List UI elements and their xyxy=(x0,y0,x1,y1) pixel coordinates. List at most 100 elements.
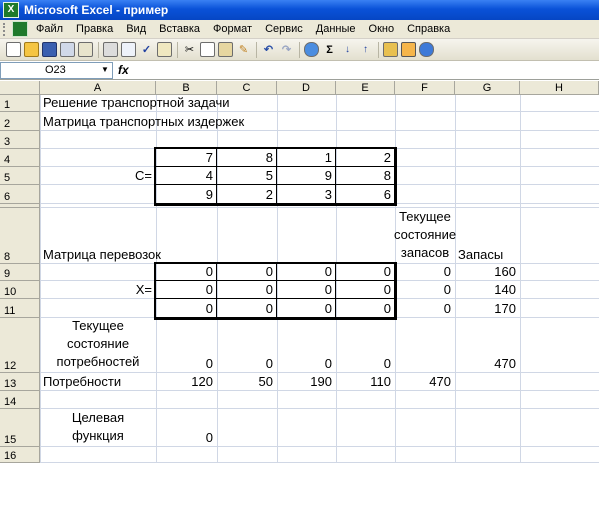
dropdown-arrow-icon[interactable]: ▼ xyxy=(101,65,109,74)
select-all-corner[interactable] xyxy=(0,81,40,95)
row-header-16[interactable]: 16 xyxy=(0,447,40,463)
cell-d5[interactable]: 9 xyxy=(277,167,336,185)
sort-asc-icon[interactable]: ↓ xyxy=(340,42,355,57)
row-header-10[interactable]: 10 xyxy=(0,281,40,299)
cell-a15[interactable]: Целевая функция xyxy=(40,409,156,447)
menu-insert[interactable]: Вставка xyxy=(159,23,200,35)
column-header-c[interactable]: C xyxy=(217,81,277,95)
row-header-4[interactable]: 4 xyxy=(0,149,40,167)
cell-e5[interactable]: 8 xyxy=(336,167,395,185)
cell-e10[interactable]: 0 xyxy=(336,281,395,299)
research-icon[interactable] xyxy=(157,42,172,57)
row-header-13[interactable]: 13 xyxy=(0,373,40,391)
cell-b15[interactable]: 0 xyxy=(156,409,217,447)
cell-g12[interactable]: 470 xyxy=(455,318,520,373)
cell-f8[interactable]: Текущее состояние запасов xyxy=(394,208,456,264)
cell-f11[interactable]: 0 xyxy=(395,299,455,318)
cell-a13[interactable]: Потребности xyxy=(40,373,156,391)
menu-help[interactable]: Справка xyxy=(407,23,450,35)
cell-c12[interactable]: 0 xyxy=(217,318,277,373)
cell-a2[interactable]: Матрица транспортных издержек xyxy=(40,112,244,131)
menu-view[interactable]: Вид xyxy=(126,23,146,35)
chart-wizard-icon[interactable] xyxy=(383,42,398,57)
workbook-icon[interactable] xyxy=(12,21,28,37)
cell-e11[interactable]: 0 xyxy=(336,299,395,318)
cell-a12[interactable]: Текущее состояние потребностей xyxy=(40,318,156,373)
cell-a1[interactable]: Решение транспортной задачи xyxy=(40,95,230,112)
cell-d12[interactable]: 0 xyxy=(277,318,336,373)
cell-a5[interactable]: C= xyxy=(40,167,156,185)
cell-b5[interactable]: 4 xyxy=(156,167,217,185)
column-header-h[interactable]: H xyxy=(520,81,599,95)
cell-f10[interactable]: 0 xyxy=(395,281,455,299)
format-painter-icon[interactable]: ✎ xyxy=(236,42,251,57)
cell-d9[interactable]: 0 xyxy=(277,264,336,281)
menu-tools[interactable]: Сервис xyxy=(265,23,303,35)
fx-icon[interactable]: fx xyxy=(118,63,129,77)
column-header-g[interactable]: G xyxy=(455,81,520,95)
cell-c6[interactable]: 2 xyxy=(217,185,277,204)
cell-b4[interactable]: 7 xyxy=(156,149,217,167)
spelling-icon[interactable]: ✓ xyxy=(139,42,154,57)
open-icon[interactable] xyxy=(24,42,39,57)
row-header-6[interactable]: 6 xyxy=(0,185,40,204)
row-header-3[interactable]: 3 xyxy=(0,131,40,149)
cut-icon[interactable]: ✂ xyxy=(182,42,197,57)
column-header-b[interactable]: B xyxy=(156,81,217,95)
redo-icon[interactable]: ↷ xyxy=(279,42,294,57)
cell-c9[interactable]: 0 xyxy=(217,264,277,281)
save-icon[interactable] xyxy=(42,42,57,57)
undo-icon[interactable]: ↶ xyxy=(261,42,276,57)
column-header-a[interactable]: A xyxy=(40,81,156,95)
column-header-e[interactable]: E xyxy=(336,81,395,95)
column-header-d[interactable]: D xyxy=(277,81,336,95)
print-icon[interactable] xyxy=(103,42,118,57)
new-icon[interactable] xyxy=(6,42,21,57)
cell-b13[interactable]: 120 xyxy=(156,373,217,391)
cell-e13[interactable]: 110 xyxy=(336,373,395,391)
spreadsheet-grid[interactable]: A B C D E F G H 1 2 3 4 5 6 8 9 10 11 12 13 14 15 16 Решение тр… xyxy=(0,81,599,524)
menu-window[interactable]: Окно xyxy=(369,23,395,35)
row-header-9[interactable]: 9 xyxy=(0,264,40,281)
sort-desc-icon[interactable]: ↑ xyxy=(358,42,373,57)
row-header-12[interactable]: 12 xyxy=(0,318,40,373)
cell-e9[interactable]: 0 xyxy=(336,264,395,281)
hyperlink-icon[interactable] xyxy=(304,42,319,57)
print-preview-icon[interactable] xyxy=(121,42,136,57)
cell-b9[interactable]: 0 xyxy=(156,264,217,281)
menu-format[interactable]: Формат xyxy=(213,23,252,35)
paste-icon[interactable] xyxy=(218,42,233,57)
row-header-8[interactable]: 8 xyxy=(0,208,40,264)
cell-b11[interactable]: 0 xyxy=(156,299,217,318)
cell-f9[interactable]: 0 xyxy=(395,264,455,281)
row-header-14[interactable]: 14 xyxy=(0,391,40,409)
permission-icon[interactable] xyxy=(60,42,75,57)
cell-e6[interactable]: 6 xyxy=(336,185,395,204)
cell-c13[interactable]: 50 xyxy=(217,373,277,391)
cell-d10[interactable]: 0 xyxy=(277,281,336,299)
cell-c11[interactable]: 0 xyxy=(217,299,277,318)
copy-icon[interactable] xyxy=(200,42,215,57)
cell-d4[interactable]: 1 xyxy=(277,149,336,167)
cell-b10[interactable]: 0 xyxy=(156,281,217,299)
row-header-11[interactable]: 11 xyxy=(0,299,40,318)
cell-d11[interactable]: 0 xyxy=(277,299,336,318)
cell-g8[interactable]: Запасы xyxy=(455,208,520,264)
drawing-icon[interactable] xyxy=(401,42,416,57)
cell-g9[interactable]: 160 xyxy=(455,264,520,281)
name-box[interactable]: O23 xyxy=(0,62,113,79)
menu-data[interactable]: Данные xyxy=(316,23,356,35)
cell-c4[interactable]: 8 xyxy=(217,149,277,167)
row-header-2[interactable]: 2 xyxy=(0,112,40,131)
cell-g10[interactable]: 140 xyxy=(455,281,520,299)
cell-d13[interactable]: 190 xyxy=(277,373,336,391)
cell-f13[interactable]: 470 xyxy=(395,373,455,391)
cell-d6[interactable]: 3 xyxy=(277,185,336,204)
cell-g11[interactable]: 170 xyxy=(455,299,520,318)
cell-e12[interactable]: 0 xyxy=(336,318,395,373)
row-header-1[interactable]: 1 xyxy=(0,95,40,112)
cell-e4[interactable]: 2 xyxy=(336,149,395,167)
cell-a8[interactable]: Матрица перевозок xyxy=(40,208,161,264)
help-icon[interactable] xyxy=(419,42,434,57)
cell-b6[interactable]: 9 xyxy=(156,185,217,204)
